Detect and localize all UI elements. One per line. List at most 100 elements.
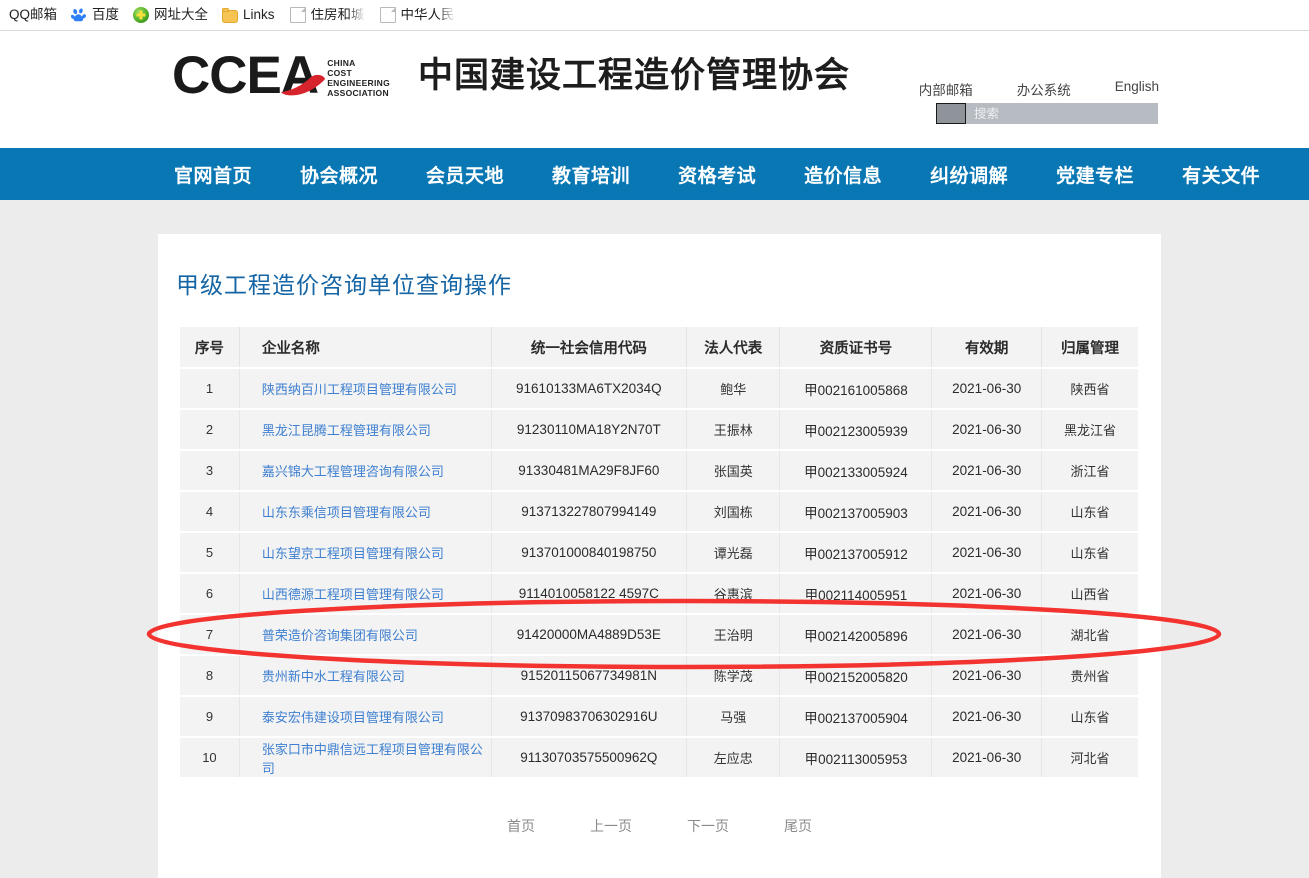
cell-index: 7	[180, 615, 240, 654]
cell-company-name: 陕西纳百川工程项目管理有限公司	[239, 369, 492, 408]
header-utility-links: 内部邮箱 办公系统 English	[919, 79, 1159, 99]
ccea-logo-mark: CCEA CHINA COST ENGINEERING ASSOCIATION	[172, 48, 390, 104]
cell-company-name: 张家口市中鼎信远工程项目管理有限公司	[239, 738, 492, 777]
cell-index: 6	[180, 574, 240, 613]
cell-index: 8	[180, 656, 240, 695]
cell-credit-code: 91520115067734981N	[491, 656, 688, 695]
cell-region: 山西省	[1041, 574, 1138, 613]
cell-valid-until: 2021-06-30	[932, 492, 1042, 531]
column-header-valid-until: 有效期	[932, 327, 1042, 367]
cell-valid-until: 2021-06-30	[932, 451, 1042, 490]
nav-item-cost-info[interactable]: 造价信息	[780, 161, 906, 188]
table-row: 9 泰安宏伟建设项目管理有限公司 91370983706302916U 马强 甲0021…	[180, 697, 1138, 736]
site-header: CCEA CHINA COST ENGINEERING ASSOCIATION …	[0, 31, 1309, 148]
page-title: 甲级工程造价咨询单位查询操作	[176, 272, 512, 298]
company-name-link[interactable]: 黑龙江昆腾工程管理有限公司	[262, 423, 431, 438]
nav-item-mediation[interactable]: 纠纷调解	[906, 161, 1032, 188]
cell-cert-no: 甲002137005904	[780, 697, 933, 736]
cell-region: 山东省	[1041, 492, 1138, 531]
cell-legal-rep: 谷惠滨	[687, 574, 781, 613]
cell-index: 1	[180, 369, 240, 408]
cell-cert-no: 甲002142005896	[780, 615, 933, 654]
company-name-link[interactable]: 山东望京工程项目管理有限公司	[262, 546, 444, 561]
search-input[interactable]	[966, 103, 1158, 124]
cell-cert-no: 甲002152005820	[780, 656, 933, 695]
pagination-next[interactable]: 下一页	[687, 816, 729, 836]
cell-region: 黑龙江省	[1041, 410, 1138, 449]
column-header-legal-rep: 法人代表	[687, 327, 781, 367]
ccea-wordmark: CCEA	[172, 46, 319, 105]
hao123-icon	[133, 7, 150, 23]
content-panel: 甲级工程造价咨询单位查询操作 序号 企业名称 统一社会信用代码 法人代表 资质证…	[158, 234, 1161, 878]
cell-company-name: 贵州新中水工程有限公司	[239, 656, 492, 695]
search-button[interactable]	[936, 103, 966, 124]
bookmark-item-qq-mail[interactable]: QQ邮箱	[0, 3, 64, 27]
cell-index: 9	[180, 697, 240, 736]
table-row: 4 山东东乘信项目管理有限公司 913713227807994149 刘国栋 甲0021…	[180, 492, 1138, 531]
column-header-index: 序号	[180, 327, 240, 367]
cell-index: 5	[180, 533, 240, 572]
site-search	[936, 103, 1158, 124]
cell-valid-until: 2021-06-30	[932, 369, 1042, 408]
company-name-link[interactable]: 陕西纳百川工程项目管理有限公司	[262, 382, 457, 397]
table-row: 10 张家口市中鼎信远工程项目管理有限公司 91130703575500962Q 左应…	[180, 738, 1138, 777]
folder-icon	[222, 7, 239, 23]
nav-item-home[interactable]: 官网首页	[150, 161, 276, 188]
cell-credit-code: 9114010058122 4597C	[491, 574, 688, 613]
cell-region: 山东省	[1041, 697, 1138, 736]
header-link-office-system[interactable]: 办公系统	[1017, 79, 1071, 99]
cell-credit-code: 91610133MA6TX2034Q	[491, 369, 688, 408]
cell-valid-until: 2021-06-30	[932, 615, 1042, 654]
cell-credit-code: 91370983706302916U	[491, 697, 688, 736]
nav-item-members[interactable]: 会员天地	[402, 161, 528, 188]
nav-item-party[interactable]: 党建专栏	[1032, 161, 1158, 188]
pagination-last[interactable]: 尾页	[784, 816, 812, 836]
cell-legal-rep: 王振林	[687, 410, 781, 449]
cell-cert-no: 甲002113005953	[780, 738, 933, 777]
company-name-link[interactable]: 普荣造价咨询集团有限公司	[262, 628, 418, 643]
cell-valid-until: 2021-06-30	[932, 533, 1042, 572]
cell-cert-no: 甲002133005924	[780, 451, 933, 490]
ccea-sub-line: CHINA	[327, 58, 356, 68]
company-name-link[interactable]: 泰安宏伟建设项目管理有限公司	[262, 710, 444, 725]
bookmark-label: 百度	[92, 7, 120, 23]
nav-item-education[interactable]: 教育培训	[528, 161, 654, 188]
qq-mail-icon	[0, 7, 4, 23]
pagination-first[interactable]: 首页	[507, 816, 535, 836]
table-row: 5 山东望京工程项目管理有限公司 913701000840198750 谭光磊 甲002…	[180, 533, 1138, 572]
cell-region: 河北省	[1041, 738, 1138, 777]
cell-region: 山东省	[1041, 533, 1138, 572]
cell-valid-until: 2021-06-30	[932, 738, 1042, 777]
bookmark-item-housing[interactable]: 住房和城	[282, 3, 372, 27]
header-link-english[interactable]: English	[1115, 79, 1159, 99]
nav-item-documents[interactable]: 有关文件	[1158, 161, 1284, 188]
pagination-prev[interactable]: 上一页	[590, 816, 632, 836]
bookmark-label: 中华人民	[400, 7, 455, 23]
table-row: 8 贵州新中水工程有限公司 91520115067734981N 陈学茂 甲002152…	[180, 656, 1138, 695]
cell-legal-rep: 陈学茂	[687, 656, 781, 695]
nav-item-about[interactable]: 协会概况	[276, 161, 402, 188]
table-row: 1 陕西纳百川工程项目管理有限公司 91610133MA6TX2034Q 鲍华 甲002…	[180, 369, 1138, 408]
cell-legal-rep: 马强	[687, 697, 781, 736]
company-results-table: 序号 企业名称 统一社会信用代码 法人代表 资质证书号 有效期 归属管理 1 陕西…	[180, 325, 1138, 779]
cell-index: 2	[180, 410, 240, 449]
header-link-internal-mail[interactable]: 内部邮箱	[919, 79, 973, 99]
cell-company-name: 山西德源工程项目管理有限公司	[239, 574, 492, 613]
bookmark-item-baidu[interactable]: 百度	[64, 3, 126, 27]
site-logo[interactable]: CCEA CHINA COST ENGINEERING ASSOCIATION …	[172, 48, 850, 104]
company-name-link[interactable]: 山西德源工程项目管理有限公司	[262, 587, 444, 602]
company-name-link[interactable]: 山东东乘信项目管理有限公司	[262, 505, 431, 520]
cell-legal-rep: 张国英	[687, 451, 781, 490]
bookmark-label: 住房和城	[310, 7, 365, 23]
cell-legal-rep: 刘国栋	[687, 492, 781, 531]
nav-item-exams[interactable]: 资格考试	[654, 161, 780, 188]
table-row: 6 山西德源工程项目管理有限公司 9114010058122 4597C 谷惠滨 甲00…	[180, 574, 1138, 613]
ccea-subtitle: CHINA COST ENGINEERING ASSOCIATION	[327, 58, 390, 98]
company-name-link[interactable]: 嘉兴锦大工程管理咨询有限公司	[262, 464, 444, 479]
company-name-link[interactable]: 贵州新中水工程有限公司	[262, 669, 405, 684]
bookmark-item-hao123[interactable]: 网址大全	[126, 3, 215, 27]
company-name-link[interactable]: 张家口市中鼎信远工程项目管理有限公司	[262, 742, 483, 776]
bookmark-item-gov[interactable]: 中华人民	[372, 3, 462, 27]
bookmark-item-links[interactable]: Links	[215, 3, 282, 27]
cell-valid-until: 2021-06-30	[932, 656, 1042, 695]
